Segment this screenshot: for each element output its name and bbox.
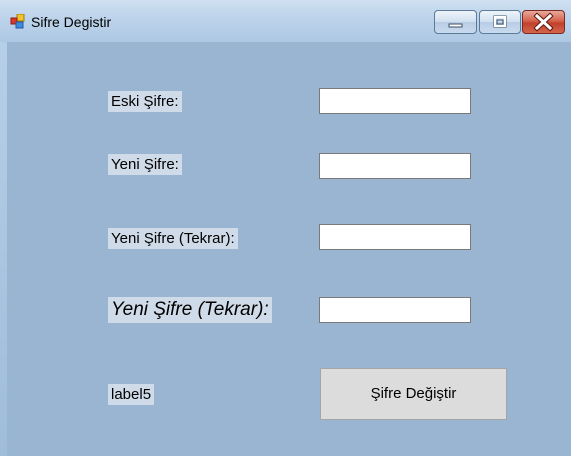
status-label: label5 [108, 384, 155, 405]
minimize-icon [448, 23, 463, 28]
minimize-button[interactable] [434, 10, 477, 34]
app-icon [10, 14, 25, 29]
repeat-password-label: Yeni Şifre (Tekrar): [108, 228, 238, 249]
old-password-label: Eski Şifre: [108, 91, 182, 112]
new-password-label: Yeni Şifre: [108, 154, 182, 175]
old-password-field[interactable] [319, 88, 471, 114]
password-window: Sifre Degistir Eski Şifre: Yeni Şifre: Y… [0, 0, 571, 456]
repeat-password-field[interactable] [319, 224, 471, 250]
new-password-field[interactable] [319, 153, 471, 179]
maximize-button[interactable] [479, 10, 521, 34]
change-password-button[interactable]: Şifre Değiştir [320, 368, 507, 420]
maximize-icon [493, 15, 507, 28]
close-button[interactable] [522, 10, 565, 34]
close-icon [533, 12, 554, 32]
title-bar[interactable]: Sifre Degistir [0, 0, 571, 42]
repeat-password-label-large: Yeni Şifre (Tekrar): [108, 297, 272, 323]
repeat-password-field-2[interactable] [319, 297, 471, 323]
window-title: Sifre Degistir [31, 14, 112, 30]
